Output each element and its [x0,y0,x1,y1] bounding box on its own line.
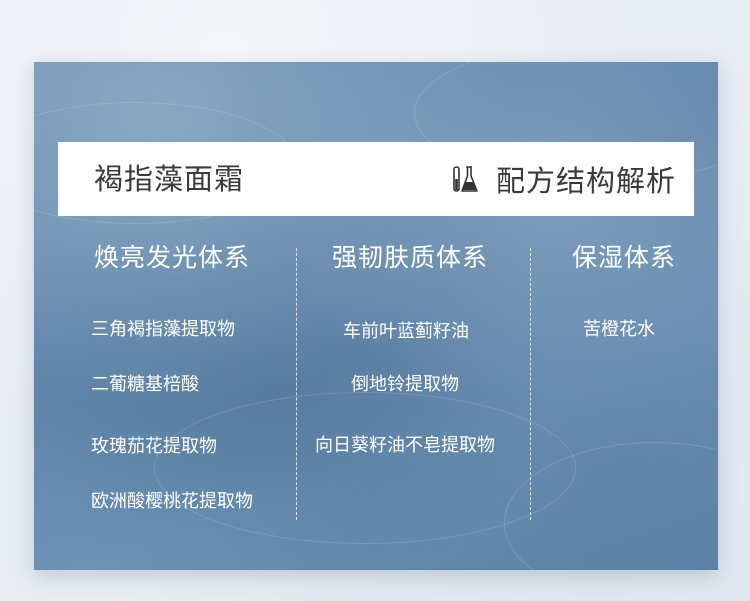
ingredient-item: 三角褐指藻提取物 [91,319,235,340]
ingredient-item: 车前叶蓝蓟籽油 [343,321,469,342]
ingredient-item: 二葡糖基棓酸 [91,374,199,395]
product-name: 褐指藻面霜 [94,162,245,196]
column-title: 保湿体系 [571,243,676,272]
flask-icon [453,166,478,192]
column-divider [530,248,531,520]
header-bar: 褐指藻面霜 配方结构解析 [58,142,694,216]
ingredient-item: 倒地铃提取物 [351,374,459,395]
header-title: 配方结构解析 [495,164,676,198]
column-title: 强韧肤质体系 [331,243,488,272]
column-divider [296,248,297,520]
ingredient-item: 苦橙花水 [583,319,655,340]
ingredient-item: 欧洲酸樱桃花提取物 [91,491,253,512]
header-right: 配方结构解析 [452,142,676,216]
ingredient-item: 玫瑰茄花提取物 [91,436,217,457]
ingredient-item: 向日葵籽油不皂提取物 [315,435,495,456]
column-title: 焕亮发光体系 [93,243,250,272]
page: 褐指藻面霜 配方结构解析 焕亮发光体系 强韧肤质体系 保湿体系 三角褐指藻提取物… [0,0,750,601]
